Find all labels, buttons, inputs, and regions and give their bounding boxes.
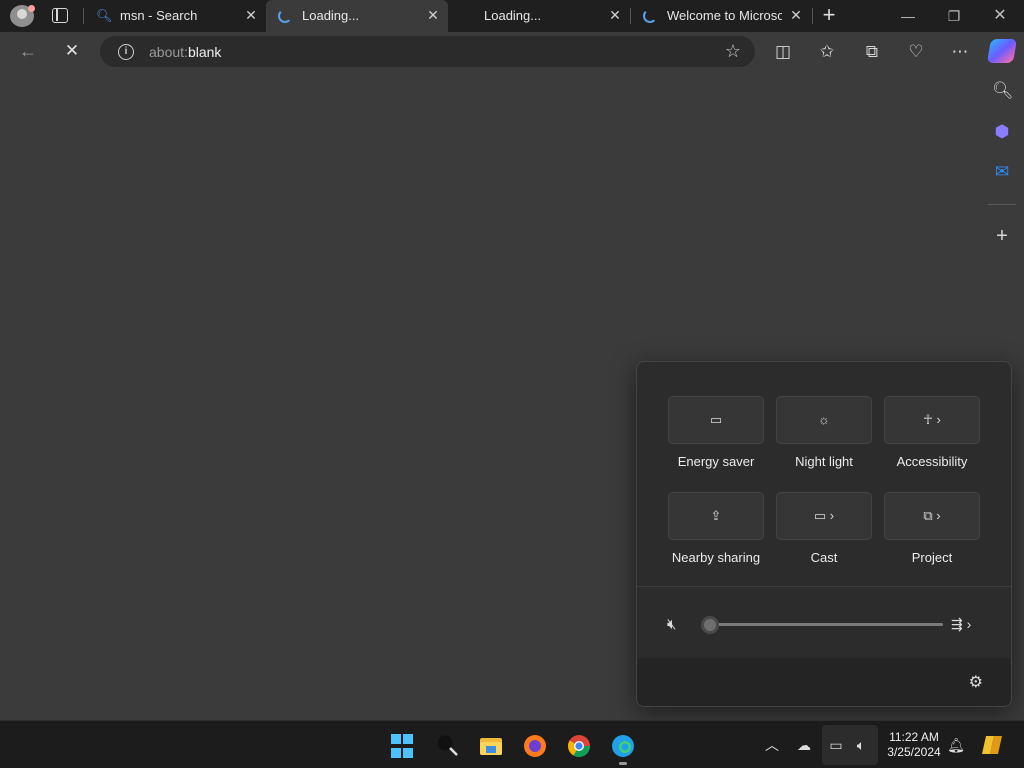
clock[interactable]: 11:22 AM 3/25/2024 <box>882 730 946 760</box>
notifications-bell-icon[interactable]: 🔔︎ <box>946 735 966 755</box>
edge-icon[interactable] <box>610 733 636 765</box>
search-icon: 🔍︎ <box>96 8 113 23</box>
add-icon[interactable]: + <box>992 226 1012 246</box>
close-icon[interactable]: ✕ <box>608 8 622 22</box>
search-icon[interactable] <box>435 733 461 759</box>
brightness-icon: ☼ <box>818 412 830 427</box>
tile-label: Project <box>911 550 953 565</box>
panel-footer: ⚙ <box>637 658 1011 706</box>
stop-loading-icon[interactable]: ✕ <box>60 40 84 64</box>
nearby-sharing-tile[interactable]: ⇪ <box>668 492 764 540</box>
tile-label: Nearby sharing <box>671 550 761 565</box>
clock-time: 11:22 AM <box>889 730 939 744</box>
tab-label: Loading... <box>484 8 542 23</box>
onedrive-icon[interactable]: ☁ <box>794 735 814 755</box>
cast-tile[interactable]: ▭ › <box>776 492 872 540</box>
browser-essentials-icon[interactable]: ♡ <box>904 40 928 64</box>
info-icon[interactable]: i <box>118 44 134 60</box>
tile-label: Cast <box>810 550 838 565</box>
volume-icon[interactable]: 🔈︎ <box>851 735 871 755</box>
project-icon: ⧉ › <box>923 508 941 523</box>
tab-label: msn - Search <box>120 8 198 23</box>
profile-notification-dot <box>28 5 35 12</box>
copilot-icon[interactable] <box>986 39 1018 63</box>
close-window-icon[interactable]: ✕ <box>990 6 1010 26</box>
night-light-tile[interactable]: ☼ <box>776 396 872 444</box>
network-icon[interactable]: ▭ <box>826 735 846 755</box>
tile-label: Accessibility <box>896 454 968 469</box>
search-icon[interactable]: 🔍︎ <box>992 81 1014 101</box>
tab-separator <box>812 8 813 24</box>
url-path: blank <box>187 44 222 60</box>
favorite-star-icon[interactable]: ☆ <box>725 41 741 62</box>
sound-output-icon[interactable]: ⇶ › <box>951 616 985 636</box>
quick-settings-panel: ▭ Energy saver ☼ Night light ☥ › Accessi… <box>636 361 1012 707</box>
battery-leaf-icon: ▭ <box>709 412 723 427</box>
loading-spinner-icon <box>643 9 657 23</box>
gear-icon[interactable]: ⚙ <box>969 672 983 692</box>
running-indicator <box>619 762 627 765</box>
show-hidden-icons-icon[interactable]: ︿ <box>762 735 782 755</box>
split-screen-icon[interactable]: ◫ <box>771 40 795 64</box>
firefox-icon[interactable] <box>522 733 548 759</box>
screen: 🔍︎ msn - Search ✕ Loading... ✕ Loading..… <box>0 0 1024 768</box>
tab-strip: 🔍︎ msn - Search ✕ Loading... ✕ Loading..… <box>0 0 1024 32</box>
loading-spinner-icon <box>278 9 292 23</box>
project-tile[interactable]: ⧉ › <box>884 492 980 540</box>
tab-label: Loading... <box>302 8 360 23</box>
start-button[interactable] <box>391 734 417 760</box>
tile-label: Night light <box>795 454 853 469</box>
new-tab-icon[interactable]: + <box>819 4 839 26</box>
back-arrow-icon[interactable]: ← <box>16 40 40 64</box>
restore-icon[interactable]: ❐ <box>944 6 964 26</box>
clock-date: 3/25/2024 <box>887 745 941 759</box>
volume-slider-track[interactable] <box>707 623 943 626</box>
cast-icon: ▭ › <box>813 508 835 523</box>
panel-divider <box>637 586 1011 587</box>
more-options-icon[interactable]: ⋯ <box>948 40 972 64</box>
favorites-icon[interactable]: ✩ <box>815 40 839 64</box>
url-scheme: about: <box>149 44 188 60</box>
minimize-icon[interactable]: — <box>898 6 918 26</box>
browser-toolbar: ← ✕ i about:blank ☆ ◫ ✩ ⧉ ♡ ⋯ <box>0 32 1024 72</box>
file-explorer-icon[interactable] <box>478 733 504 759</box>
energy-saver-tile[interactable]: ▭ <box>668 396 764 444</box>
chrome-icon[interactable] <box>566 733 592 759</box>
collections-icon[interactable]: ⧉ <box>860 40 884 64</box>
sidebar-divider <box>988 204 1016 205</box>
tile-label: Energy saver <box>677 454 755 469</box>
tab-loading-2[interactable]: Loading... ✕ <box>448 0 630 32</box>
share-icon: ⇪ <box>710 508 722 523</box>
close-icon[interactable]: ✕ <box>244 8 258 22</box>
tab-loading-1[interactable]: Loading... ✕ <box>266 0 448 32</box>
volume-slider-thumb[interactable] <box>701 616 719 634</box>
tab-label: Welcome to Microsoft <box>667 8 782 23</box>
address-url[interactable]: about:blank <box>149 44 221 60</box>
accessibility-icon: ☥ › <box>923 412 941 427</box>
copilot-preview-icon[interactable] <box>980 732 1006 758</box>
copilot-sidebar-icon[interactable]: ⬢ <box>992 122 1012 142</box>
tab-msn-search[interactable]: 🔍︎ msn - Search ✕ <box>84 0 264 32</box>
tab-welcome-microsoft[interactable]: Welcome to Microsoft ✕ <box>631 0 811 32</box>
windows-logo-icon <box>391 734 401 744</box>
close-icon[interactable]: ✕ <box>426 8 440 22</box>
address-bar[interactable]: i about:blank ☆ <box>100 36 755 67</box>
volume-muted-icon[interactable]: 🔇︎ <box>667 616 687 636</box>
accessibility-tile[interactable]: ☥ › <box>884 396 980 444</box>
taskbar: ︿ ☁ ▭ 🔈︎ 11:22 AM 3/25/2024 🔔︎ <box>0 720 1024 768</box>
close-icon[interactable]: ✕ <box>789 8 803 22</box>
outlook-icon[interactable]: ✉ <box>992 162 1012 182</box>
tab-actions-icon[interactable] <box>52 8 68 23</box>
